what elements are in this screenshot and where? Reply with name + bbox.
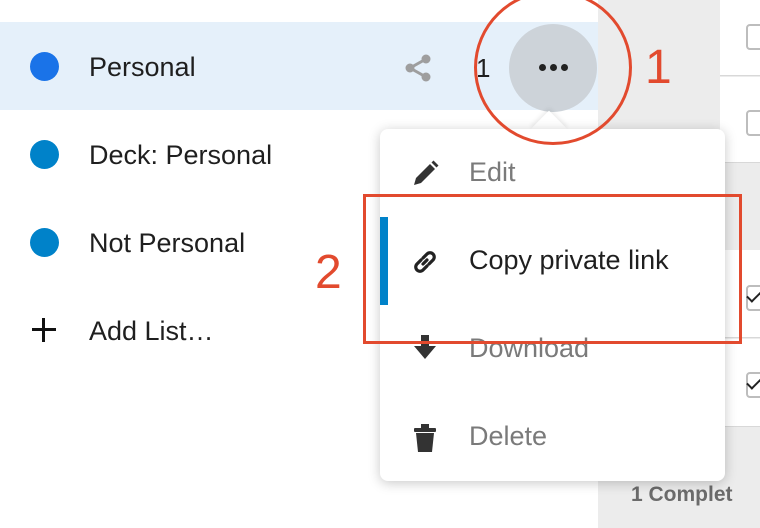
add-list-label: Add List… (89, 316, 214, 346)
plus-icon (32, 318, 56, 342)
app-stage: 1 Complet Personal 1 Deck: Personal Not … (0, 0, 760, 528)
annotation-rectangle (363, 194, 742, 344)
task-checkbox[interactable] (746, 24, 760, 50)
trash-icon (414, 424, 436, 452)
list-label: Not Personal (89, 228, 246, 258)
pencil-icon (414, 160, 439, 185)
annotation-marker-2: 2 (315, 246, 342, 299)
completed-count[interactable]: 1 Complet (631, 483, 733, 507)
share-icon[interactable] (403, 53, 433, 83)
task-checkbox[interactable] (746, 110, 760, 136)
annotation-marker-1: 1 (645, 41, 672, 94)
list-color-dot (30, 140, 59, 169)
menu-item-delete[interactable]: Delete (380, 393, 725, 481)
menu-item-label: Edit (469, 157, 516, 187)
list-color-dot (30, 52, 59, 81)
list-label: Deck: Personal (89, 140, 273, 170)
list-label: Personal (89, 52, 196, 82)
menu-item-label: Delete (469, 421, 548, 451)
list-color-dot (30, 228, 59, 257)
